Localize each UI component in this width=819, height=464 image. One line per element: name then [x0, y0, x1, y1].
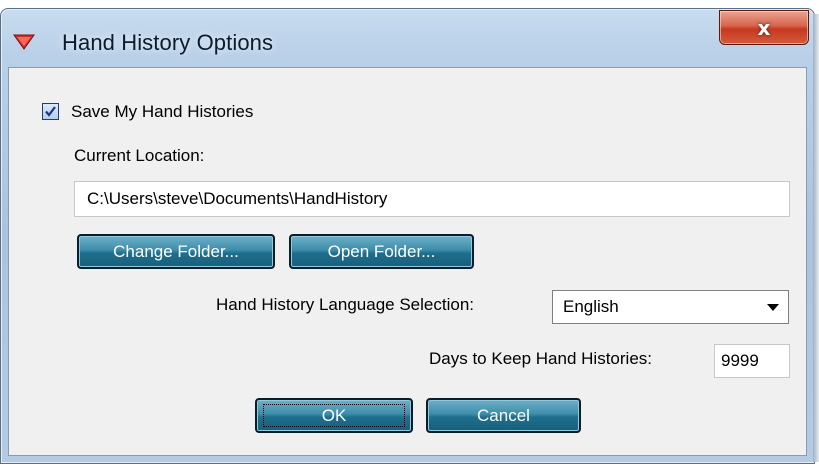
- title-bar[interactable]: Hand History Options: [0, 8, 813, 66]
- language-selected-value: English: [563, 297, 619, 316]
- days-to-keep-field[interactable]: [714, 344, 790, 378]
- cancel-button[interactable]: Cancel: [426, 398, 581, 433]
- close-button[interactable]: x: [719, 10, 809, 45]
- save-histories-checkbox[interactable]: [42, 103, 59, 120]
- red-triangle-icon[interactable]: [13, 34, 35, 50]
- checkmark-icon: [45, 106, 56, 117]
- open-folder-button[interactable]: Open Folder...: [289, 234, 474, 269]
- focus-outline: [263, 404, 405, 427]
- change-folder-button[interactable]: Change Folder...: [77, 234, 275, 269]
- window-title: Hand History Options: [62, 30, 274, 55]
- save-histories-label[interactable]: Save My Hand Histories: [71, 102, 253, 122]
- location-path-field[interactable]: [74, 181, 790, 217]
- language-selection-label: Hand History Language Selection:: [216, 295, 474, 314]
- close-icon: x: [757, 15, 771, 40]
- days-to-keep-label: Days to Keep Hand Histories:: [429, 349, 652, 368]
- current-location-label: Current Location:: [74, 146, 205, 165]
- dialog-body: Save My Hand Histories Current Location:…: [8, 67, 807, 456]
- chevron-down-icon: [767, 304, 779, 311]
- language-dropdown[interactable]: English: [552, 290, 789, 324]
- window-shadow: [813, 14, 819, 462]
- ok-button[interactable]: OK: [255, 398, 413, 433]
